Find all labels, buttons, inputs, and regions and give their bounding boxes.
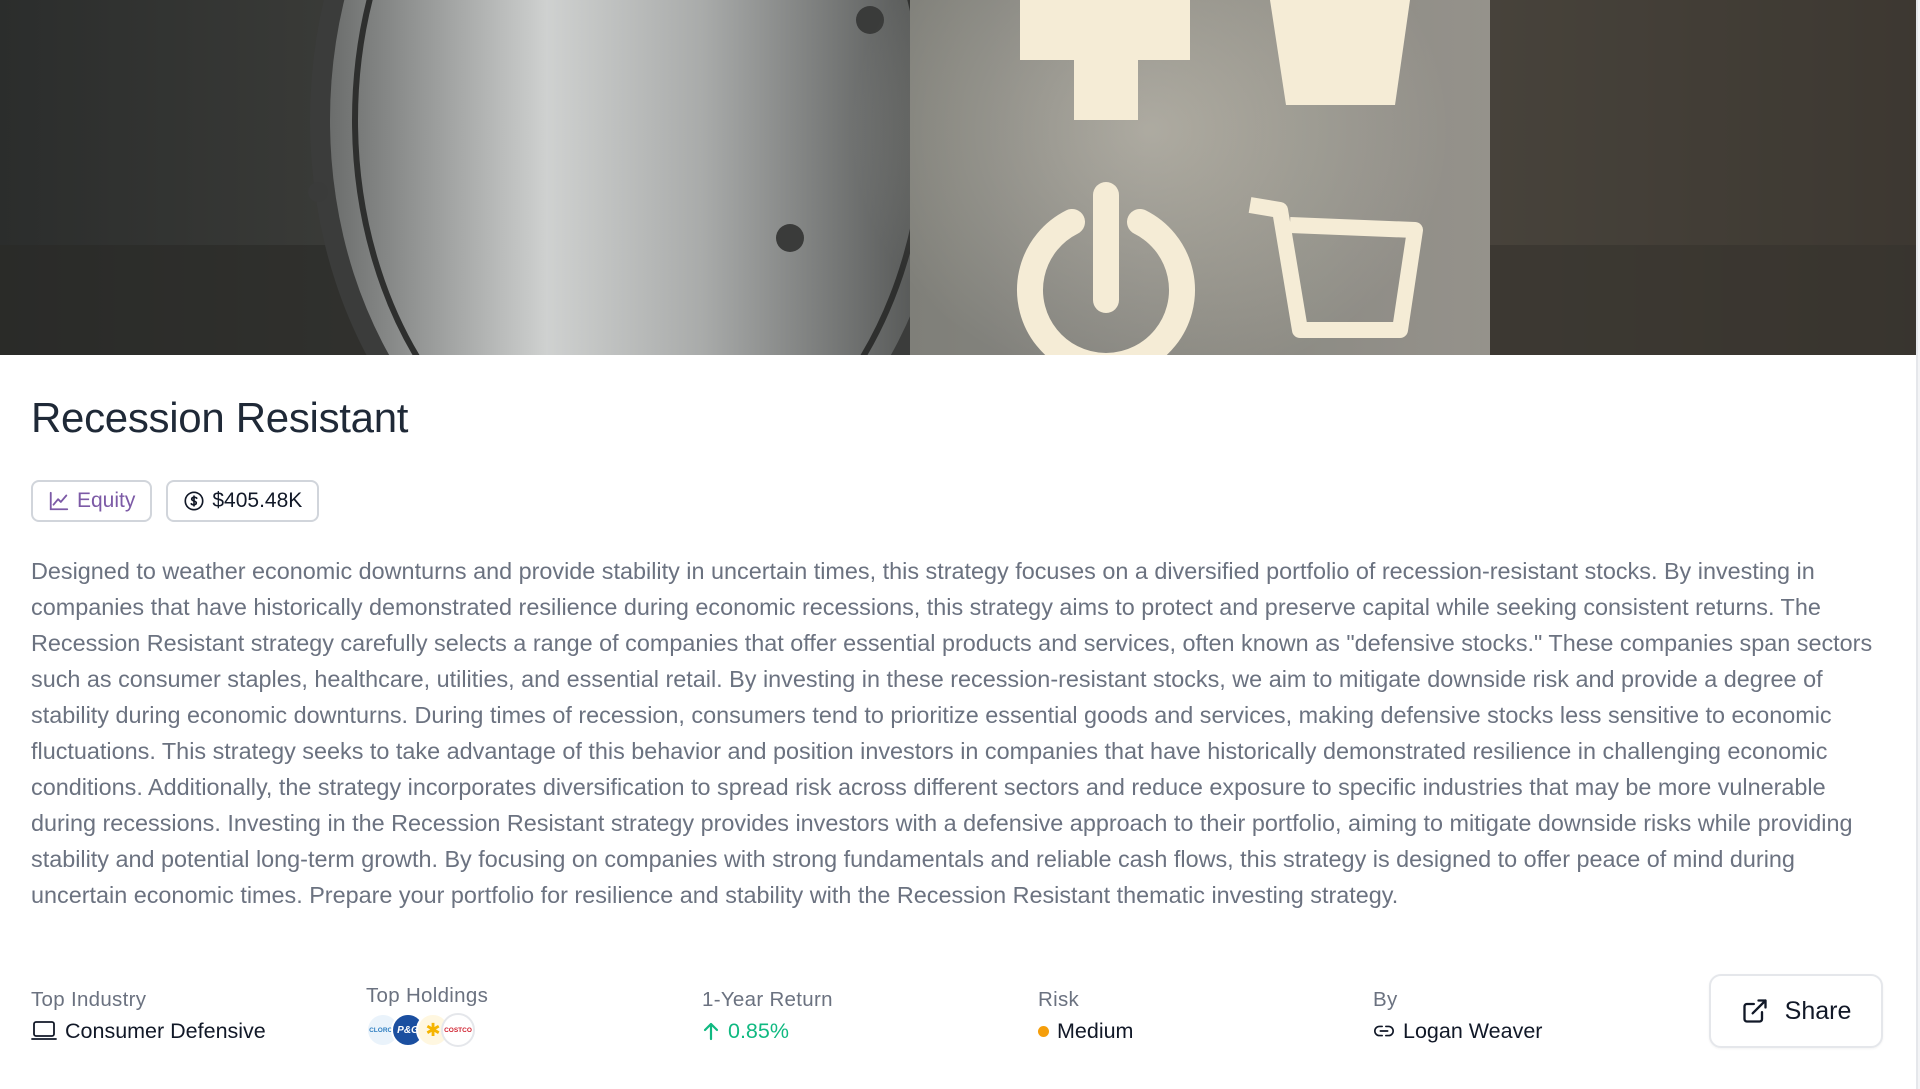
risk-label: Risk xyxy=(1038,988,1080,1011)
share-label: Share xyxy=(1784,996,1852,1025)
top-holdings-label: Top Holdings xyxy=(366,984,489,1007)
laptop-icon xyxy=(31,1021,57,1040)
dollar-circle-icon xyxy=(184,491,204,511)
link-icon xyxy=(1374,1025,1394,1037)
risk-text: Medium xyxy=(1057,1019,1134,1043)
risk: Risk Medium xyxy=(1038,988,1133,1044)
top-industry-label: Top Industry xyxy=(31,988,147,1011)
holding-logos: CLOROX P&G ✱ COSTCO xyxy=(366,1013,488,1047)
external-link-icon xyxy=(1742,999,1767,1023)
author: By Logan Weaver xyxy=(1373,988,1542,1044)
aum-tag-label: $405.48K xyxy=(212,489,303,512)
top-industry: Top Industry Consumer Defensive xyxy=(31,988,266,1044)
strategy-title: Recession Resistant xyxy=(31,394,409,441)
author-label: By xyxy=(1373,988,1398,1011)
author-name[interactable]: Logan Weaver xyxy=(1403,1018,1542,1044)
strategy-card: Recession Resistant Equity $405.48K Desi… xyxy=(0,0,1918,1089)
costco-logo[interactable]: COSTCO xyxy=(441,1013,475,1047)
aum-tag: $405.48K xyxy=(166,480,320,522)
top-holdings: Top Holdings CLOROX P&G ✱ COSTCO xyxy=(366,984,488,1047)
top-industry-text: Consumer Defensive xyxy=(65,1019,266,1043)
arrow-up-icon xyxy=(703,1022,719,1041)
equity-tag: Equity xyxy=(31,480,153,522)
author-value[interactable]: Logan Weaver xyxy=(1373,1018,1542,1044)
strategy-meta: Top Industry Consumer Defensive Top Hold… xyxy=(31,974,1885,1068)
risk-dot-icon xyxy=(1038,1025,1049,1037)
share-button[interactable]: Share xyxy=(1709,974,1883,1048)
strategy-tags: Equity $405.48K xyxy=(31,480,1885,522)
risk-value: Medium xyxy=(1038,1018,1133,1044)
strategy-description: Designed to weather economic downturns a… xyxy=(31,558,1873,908)
hero-illustration xyxy=(0,0,1916,355)
one-year-return-label: 1-Year Return xyxy=(702,988,833,1011)
one-year-return: 1-Year Return 0.85% xyxy=(702,988,833,1044)
top-industry-value: Consumer Defensive xyxy=(31,1018,266,1044)
hero-image xyxy=(0,0,1916,355)
one-year-return-text: 0.85% xyxy=(728,1019,789,1043)
equity-tag-label: Equity xyxy=(77,489,136,512)
one-year-return-value: 0.85% xyxy=(702,1018,833,1044)
strategy-content: Recession Resistant Equity $405.48K Desi… xyxy=(31,355,1885,1048)
chart-line-icon xyxy=(49,491,69,511)
